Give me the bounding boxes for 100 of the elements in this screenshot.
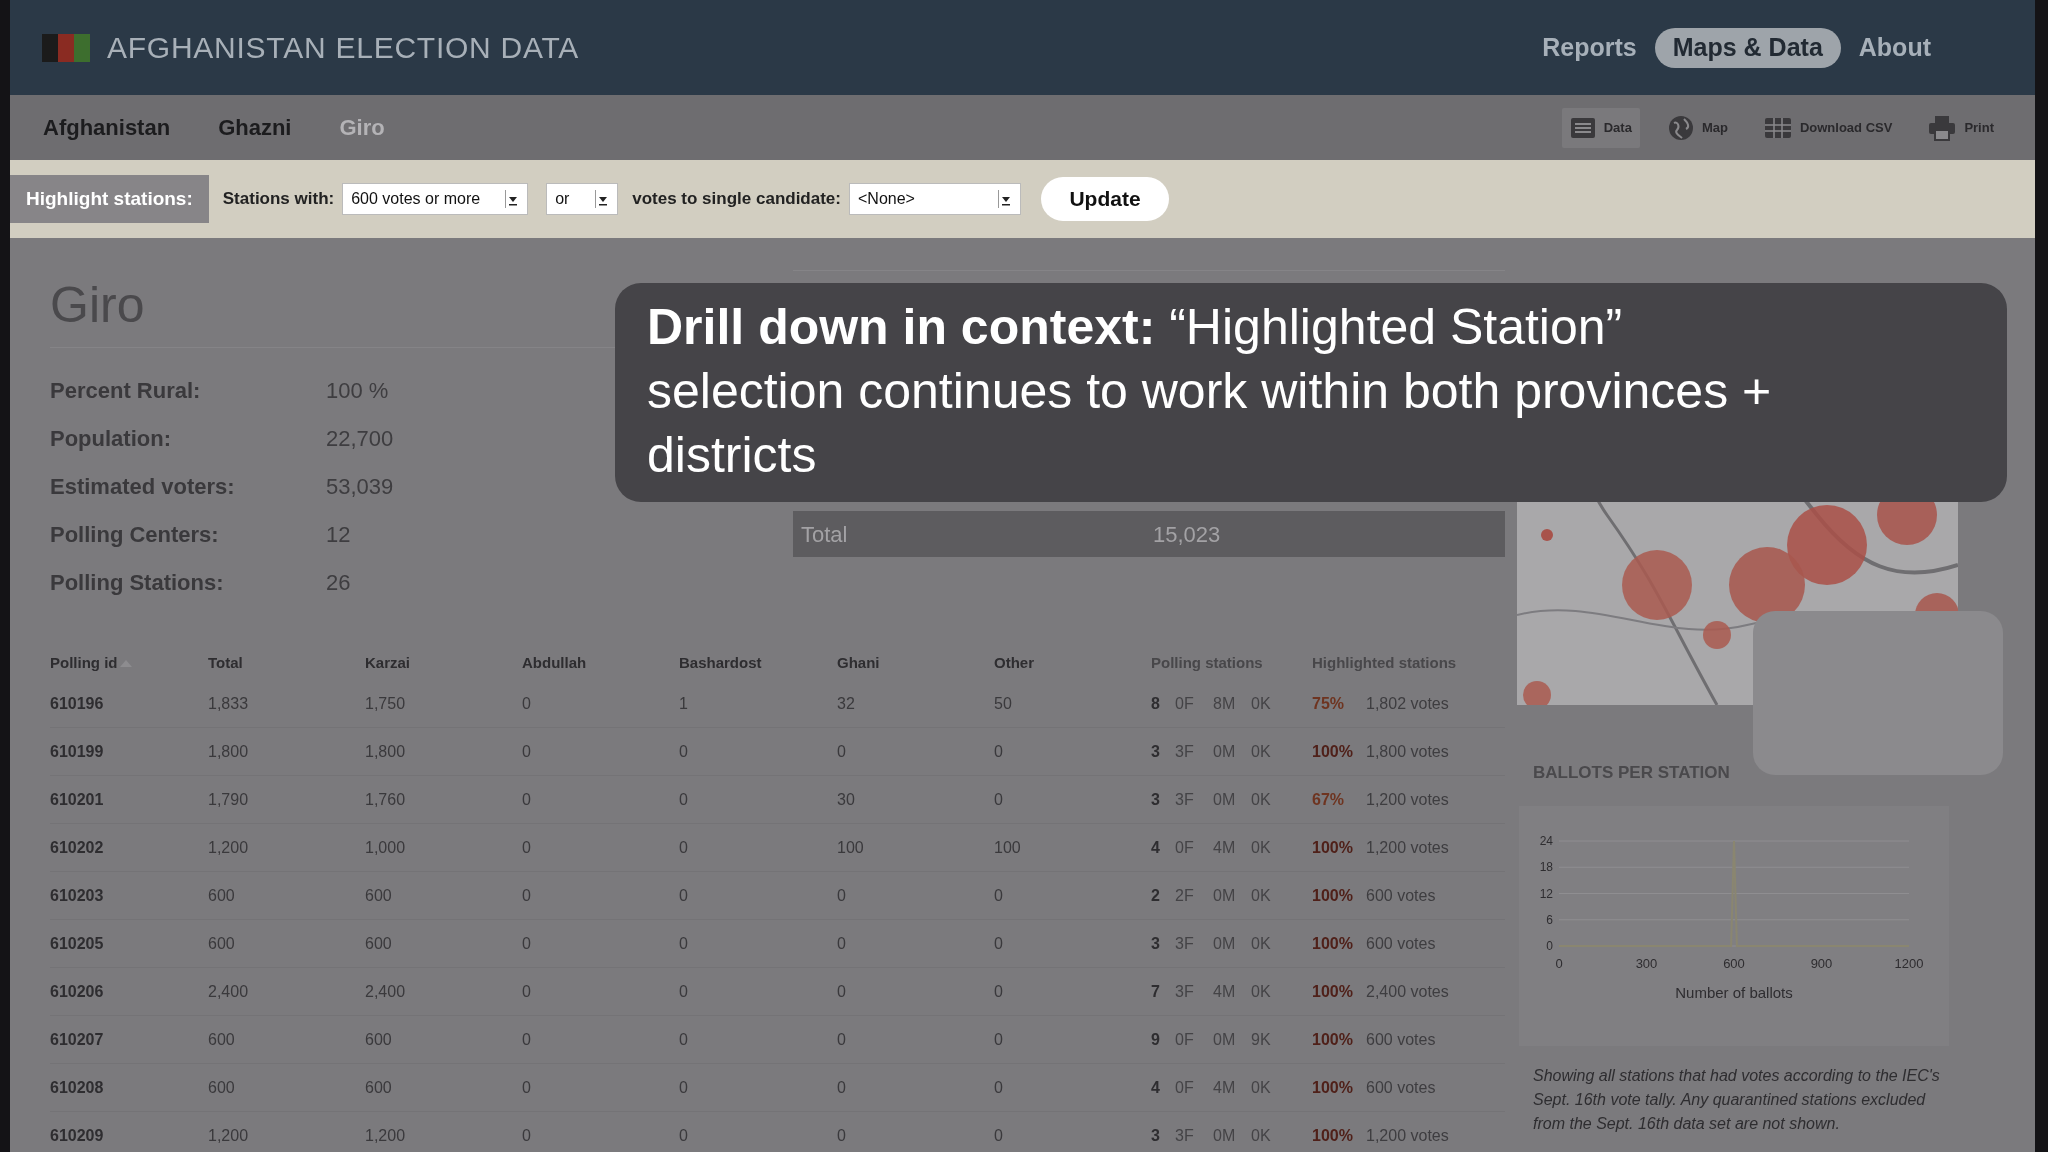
x-tick-label: 300 — [1635, 955, 1658, 971]
table-cell-text: 1,800 — [208, 741, 250, 762]
table-cell-text: 610196 — [50, 693, 105, 714]
view-button[interactable]: Download CSV — [1755, 107, 1901, 148]
table-cell-text: 0 — [994, 981, 1004, 1002]
dropdown-arrow-icon — [505, 190, 520, 208]
table-cell-text: 0 — [522, 789, 532, 810]
table-cell-text: 3F — [1175, 981, 1195, 1002]
table-cell-text: 0M — [1213, 741, 1237, 762]
table-cell-text: 0M — [1213, 885, 1237, 906]
table-cell-text: 0 — [522, 933, 532, 954]
stat-label: Population: — [50, 424, 172, 453]
table-cell-text: 0K — [1251, 885, 1272, 906]
candidate-select[interactable]: <None> — [849, 183, 1021, 215]
nav-link[interactable]: About — [1846, 27, 1943, 68]
percent-value: 100% — [1312, 1029, 1354, 1050]
table-cell-text: 0F — [1175, 837, 1195, 858]
stat-value: 26 — [326, 568, 351, 597]
x-tick-label: 900 — [1810, 955, 1833, 971]
table-cell-text: 600 — [208, 1077, 236, 1098]
table-cell-text: 2,400 — [208, 981, 250, 1002]
breadcrumb-link[interactable]: Giro — [339, 111, 385, 144]
table-cell-text: 30 — [837, 789, 856, 810]
table-cell-text: 0K — [1251, 1077, 1272, 1098]
column-header[interactable]: Abdullah — [522, 651, 587, 675]
table-cell-text: 4M — [1213, 837, 1237, 858]
table-cell-text: 0 — [522, 837, 532, 858]
breadcrumb-link[interactable]: Ghazni — [218, 111, 292, 144]
table-cell-text: 0 — [837, 1125, 847, 1146]
table-cell-text: 0M — [1213, 1125, 1237, 1146]
table-cell-text: 600 — [365, 1077, 393, 1098]
vote-total: 600 votes — [1366, 933, 1436, 954]
stations-with-label: Stations with: — [222, 188, 335, 211]
table-cell-text: 0 — [679, 885, 689, 906]
view-button[interactable]: Data — [1561, 107, 1640, 148]
table-cell-text: 0 — [522, 1077, 532, 1098]
table-cell-text: 3F — [1175, 1125, 1195, 1146]
vote-total: 600 votes — [1366, 1077, 1436, 1098]
table-cell-text: 9 — [1151, 1029, 1161, 1050]
update-button[interactable]: Update — [1041, 177, 1169, 221]
view-button[interactable]: Map — [1659, 107, 1736, 148]
view-button[interactable]: Print — [1920, 107, 2002, 148]
table-cell-text: 610209 — [50, 1125, 105, 1146]
table-cell-text: 0 — [837, 1077, 847, 1098]
x-tick-label: 0 — [1555, 955, 1563, 971]
table-cell-text: 0 — [679, 1077, 689, 1098]
joiner-select[interactable]: or — [546, 183, 619, 215]
site-title: AFGHANISTAN ELECTION DATA — [107, 30, 580, 66]
table-cell-text: 0 — [837, 1029, 847, 1050]
table-cell-text: 1,000 — [365, 837, 407, 858]
y-tick-label: 6 — [1546, 912, 1553, 927]
table-cell-text: 600 — [365, 885, 393, 906]
stat-label: Estimated voters: — [50, 472, 236, 501]
grid-icon — [1763, 116, 1792, 139]
dropdown-arrow-icon — [595, 190, 610, 208]
table-cell-text: 1,750 — [365, 693, 407, 714]
nav-link[interactable]: Maps & Data — [1654, 27, 1841, 68]
table-cell-text: 0 — [679, 837, 689, 858]
table-cell-text: 610208 — [50, 1077, 105, 1098]
column-header[interactable]: Other — [994, 651, 1034, 675]
y-tick-label: 0 — [1546, 938, 1553, 953]
nav-link[interactable]: Reports — [1530, 27, 1649, 68]
percent-value: 100% — [1312, 981, 1354, 1002]
table-cell-text: 1,800 — [365, 741, 407, 762]
table-cell-text: 600 — [208, 885, 236, 906]
table-cell-text: 0M — [1213, 1029, 1237, 1050]
table-cell-text: 1 — [679, 693, 689, 714]
table-cell-text: 0M — [1213, 789, 1237, 810]
printer-icon — [1928, 114, 1957, 141]
table-cell-text: 0K — [1251, 693, 1272, 714]
percent-value: 100% — [1312, 741, 1354, 762]
stat-value: 12 — [326, 520, 351, 549]
stat-label: Percent Rural: — [50, 376, 202, 405]
caption-overlay: Drill down in context: “Highlighted Station” selection continues to work within both provinces + districts — [615, 283, 2007, 502]
dropdown-arrow-icon — [998, 190, 1012, 208]
globe-icon — [1667, 114, 1694, 141]
column-header[interactable]: Polling id — [50, 651, 118, 675]
table-cell-text: 0 — [994, 1077, 1004, 1098]
column-header[interactable]: Total — [208, 651, 243, 675]
table-cell-text: 0 — [679, 981, 689, 1002]
stat-value: 22,700 — [326, 424, 394, 453]
table-cell-text: 0 — [994, 1125, 1004, 1146]
breadcrumb-link[interactable]: Afghanistan — [43, 111, 171, 144]
x-axis-label: Number of ballots — [1675, 983, 1793, 1001]
table-cell-text: 0 — [994, 933, 1004, 954]
column-header[interactable]: Bashardost — [679, 651, 762, 675]
table-cell-text: 8 — [1151, 693, 1161, 714]
votes-select[interactable]: 600 votes or more — [342, 183, 529, 215]
table-cell-text: 3F — [1175, 741, 1195, 762]
table-cell-text: 3 — [1151, 933, 1161, 954]
percent-value: 100% — [1312, 837, 1354, 858]
percent-value: 100% — [1312, 933, 1354, 954]
table-cell-text: 610206 — [50, 981, 105, 1002]
vote-total: 1,800 votes — [1366, 741, 1449, 762]
table-cell-text: 1,833 — [208, 693, 250, 714]
table-cell-text: 100 — [994, 837, 1022, 858]
percent-value: 67% — [1312, 789, 1346, 810]
column-header[interactable]: Ghani — [837, 651, 880, 675]
vote-total: 1,200 votes — [1366, 837, 1449, 858]
column-header[interactable]: Karzai — [365, 651, 411, 675]
